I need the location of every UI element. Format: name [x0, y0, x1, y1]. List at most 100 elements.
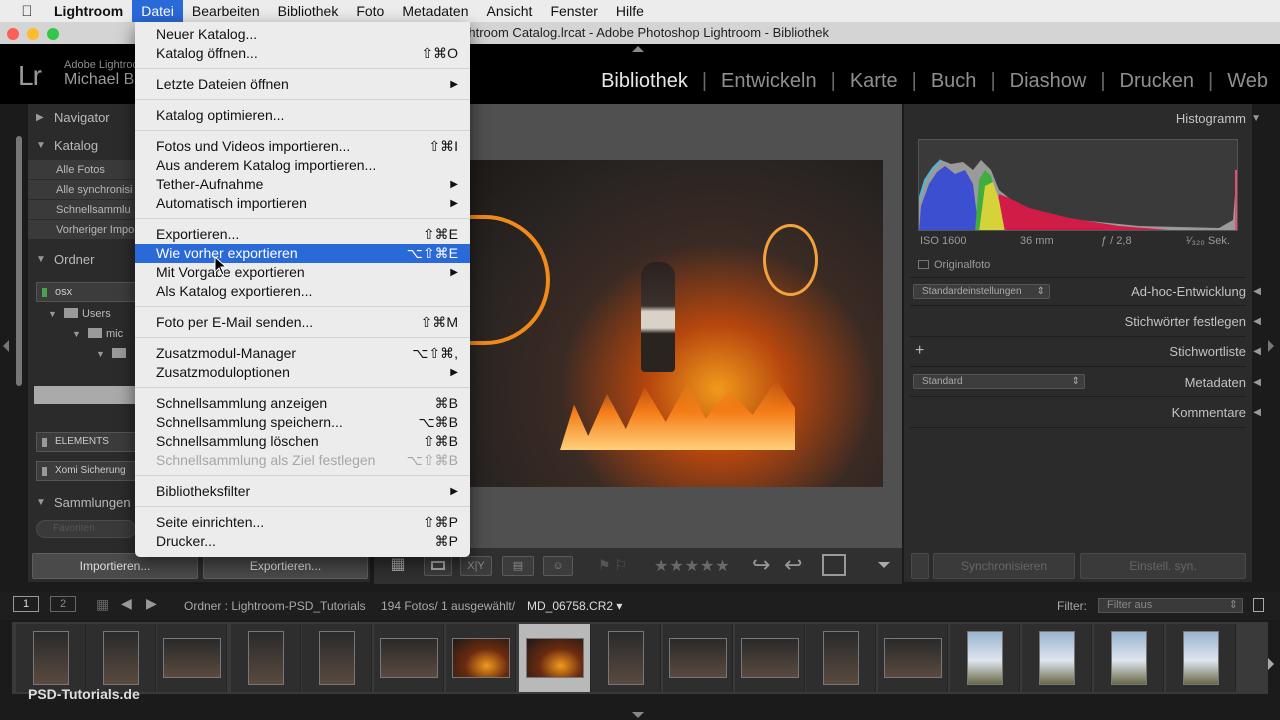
volume-osx[interactable]: osx: [36, 282, 136, 302]
menu-foto[interactable]: Foto: [347, 0, 393, 22]
minimize-window-button[interactable]: [27, 28, 39, 40]
expand-triangle-icon[interactable]: ◀: [1253, 286, 1261, 297]
collapse-left-panel-icon[interactable]: [3, 340, 9, 352]
menu-item[interactable]: Schnellsammlung speichern... ⌥⌘B: [135, 413, 470, 432]
filmstrip-cell[interactable]: [302, 624, 372, 692]
menu-hilfe[interactable]: Hilfe: [607, 0, 653, 22]
menu-bibliothek[interactable]: Bibliothek: [269, 0, 348, 22]
filmstrip-cell[interactable]: [1094, 624, 1164, 692]
filmstrip-cell[interactable]: [806, 624, 876, 692]
menu-item[interactable]: Zusatzmodul-Manager ⌥⇧⌘,: [135, 344, 470, 363]
quick-develop-header[interactable]: Ad-hoc-Entwicklung: [1131, 284, 1246, 299]
expand-triangle-icon[interactable]: ◀: [1253, 316, 1261, 327]
menu-item[interactable]: Schnellsammlung anzeigen ⌘B: [135, 394, 470, 413]
secondary-window-button[interactable]: 2: [50, 596, 76, 612]
menu-lightroom[interactable]: Lightroom: [54, 0, 132, 22]
menu-item[interactable]: Letzte Dateien öffnen ▶: [135, 75, 470, 94]
filmstrip-cell[interactable]: [663, 624, 733, 692]
collapse-filmstrip-icon[interactable]: [632, 712, 644, 718]
filmstrip-cell[interactable]: [591, 624, 661, 692]
metadata-header[interactable]: Metadaten: [1185, 375, 1246, 390]
menu-item[interactable]: Als Katalog exportieren...: [135, 282, 470, 301]
add-keyword-icon[interactable]: +: [915, 342, 924, 360]
filmstrip-cell[interactable]: [1166, 624, 1236, 692]
expand-triangle-icon[interactable]: ◀: [1253, 407, 1261, 418]
expand-triangle-icon[interactable]: ◀: [1253, 346, 1261, 357]
filmstrip-cell[interactable]: [374, 624, 444, 692]
synchronize-button[interactable]: Synchronisieren: [933, 553, 1075, 579]
module-entwickeln[interactable]: Entwickeln: [707, 70, 831, 93]
menu-bearbeiten[interactable]: Bearbeiten: [183, 0, 269, 22]
folder-mic[interactable]: ▼ mic: [72, 328, 123, 340]
original-photo-toggle[interactable]: Originalfoto: [918, 259, 990, 271]
menu-item[interactable]: Fotos und Videos importieren... ⇧⌘I: [135, 137, 470, 156]
back-arrow-icon[interactable]: ◀: [121, 595, 132, 612]
menu-item[interactable]: Wie vorher exportieren ⌥⇧⌘E: [135, 244, 470, 263]
menu-item[interactable]: Bibliotheksfilter ▶: [135, 482, 470, 501]
filmstrip-cell[interactable]: [157, 624, 227, 692]
crop-overlay-icon[interactable]: [822, 554, 846, 576]
module-karte[interactable]: Karte: [836, 70, 912, 93]
module-web[interactable]: Web: [1213, 70, 1268, 93]
filter-select[interactable]: Filter aus ⇕: [1098, 598, 1243, 613]
grid-view-icon[interactable]: ▦: [383, 556, 413, 576]
sync-settings-button[interactable]: Einstell. syn.: [1080, 553, 1246, 579]
module-bibliothek[interactable]: Bibliothek: [587, 70, 702, 93]
collapse-triangle-icon[interactable]: ▼: [1251, 113, 1261, 124]
auto-sync-toggle[interactable]: [911, 553, 929, 579]
apple-icon[interactable]: : [0, 3, 54, 20]
filmstrip-filename[interactable]: MD_06758.CR2 ▾: [527, 599, 622, 613]
menu-ansicht[interactable]: Ansicht: [478, 0, 542, 22]
filmstrip-source-path[interactable]: Ordner : Lightroom-PSD_Tutorials: [184, 599, 366, 613]
menu-item[interactable]: Foto per E-Mail senden... ⇧⌘M: [135, 313, 470, 332]
menu-fenster[interactable]: Fenster: [541, 0, 606, 22]
expand-triangle-icon[interactable]: ◀: [1253, 377, 1261, 388]
menu-item[interactable]: Katalog öffnen... ⇧⌘O: [135, 44, 470, 63]
filmstrip-cell[interactable]: [878, 624, 948, 692]
filmstrip-cell[interactable]: [735, 624, 805, 692]
filter-lock-icon[interactable]: [1253, 598, 1264, 612]
rating-stars[interactable]: ★★★★★: [654, 556, 731, 576]
menu-metadaten[interactable]: Metadaten: [393, 0, 477, 22]
menu-item[interactable]: Automatisch importieren ▶: [135, 194, 470, 213]
menu-item[interactable]: Schnellsammlung löschen ⇧⌘B: [135, 432, 470, 451]
module-buch[interactable]: Buch: [917, 70, 991, 93]
comments-header[interactable]: Kommentare: [1172, 405, 1246, 420]
filmstrip-cell[interactable]: [519, 624, 591, 692]
folder-users[interactable]: ▼ Users: [48, 308, 111, 320]
toolbar-menu-chevron-icon[interactable]: [878, 562, 890, 568]
collections-search-input[interactable]: Favoriten: [36, 520, 136, 538]
keyword-list-header[interactable]: Stichwortliste: [1169, 344, 1246, 359]
rotate-right-icon[interactable]: ↩: [784, 552, 802, 578]
folder-selected-row[interactable]: [34, 386, 135, 404]
menu-item[interactable]: Exportieren... ⇧⌘E: [135, 225, 470, 244]
module-drucken[interactable]: Drucken: [1106, 70, 1208, 93]
forward-arrow-icon[interactable]: ▶: [146, 595, 157, 612]
people-view-button[interactable]: ☺: [543, 556, 573, 576]
menu-item[interactable]: Tether-Aufnahme ▶: [135, 175, 470, 194]
folder-sub[interactable]: ▼: [96, 348, 130, 360]
filmstrip-cell[interactable]: [1022, 624, 1092, 692]
menu-item[interactable]: Zusatzmoduloptionen ▶: [135, 363, 470, 382]
loupe-view-button[interactable]: [424, 556, 452, 576]
filmstrip-cell[interactable]: [86, 624, 156, 692]
module-diashow[interactable]: Diashow: [996, 70, 1101, 93]
filmstrip-cell[interactable]: [16, 624, 86, 692]
menu-item[interactable]: Drucker... ⌘P: [135, 532, 470, 551]
keywording-header[interactable]: Stichwörter festlegen: [1125, 314, 1246, 329]
menu-item[interactable]: Aus anderem Katalog importieren...: [135, 156, 470, 175]
menu-datei[interactable]: Datei: [132, 0, 183, 22]
histogram[interactable]: [918, 139, 1238, 231]
histogram-header[interactable]: Histogramm: [1176, 111, 1246, 126]
menu-item[interactable]: Mit Vorgabe exportieren ▶: [135, 263, 470, 282]
grid-icon[interactable]: ▦: [96, 596, 109, 613]
sammlungen-header[interactable]: ▼ Sammlungen: [28, 491, 138, 515]
filmstrip-scroll-right-icon[interactable]: [1268, 658, 1274, 670]
menu-item[interactable]: Neuer Katalog...: [135, 25, 470, 44]
menu-item[interactable]: Katalog optimieren...: [135, 106, 470, 125]
filmstrip-cell[interactable]: [231, 624, 301, 692]
compare-view-button[interactable]: X|Y: [460, 556, 492, 576]
rotate-left-icon[interactable]: ↪: [752, 552, 770, 578]
menu-item[interactable]: Seite einrichten... ⇧⌘P: [135, 513, 470, 532]
volume-xomi[interactable]: Xomi Sicherung: [36, 461, 136, 481]
